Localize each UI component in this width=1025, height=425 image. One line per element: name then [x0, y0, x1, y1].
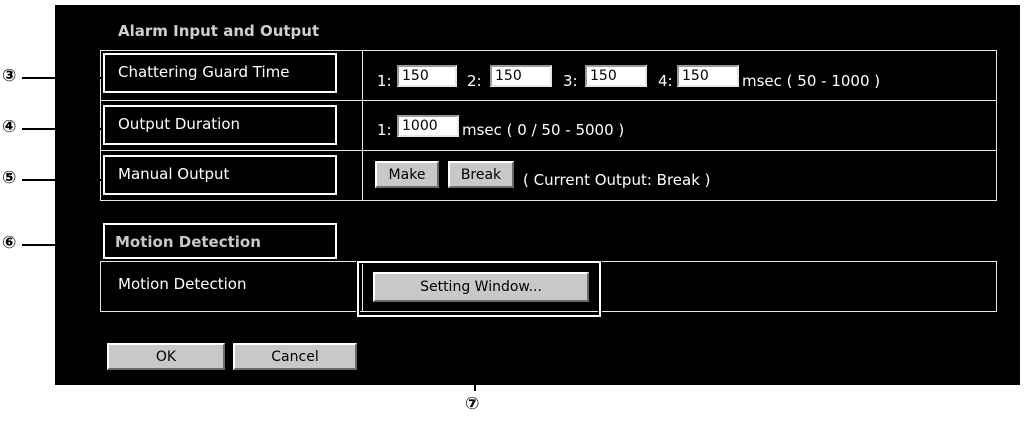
- callout-5: ⑤: [2, 168, 17, 188]
- table-divider: [100, 150, 997, 151]
- callout-4-leader: [22, 128, 103, 130]
- output-duration-prefix: 1:: [377, 121, 392, 139]
- callout-3-leader: [22, 77, 103, 79]
- table-divider: [362, 50, 363, 201]
- table-divider: [100, 100, 997, 101]
- chattering-unit: msec ( 50 - 1000 ): [742, 72, 881, 90]
- manual-output-label: Manual Output: [118, 165, 230, 183]
- chattering-input-3[interactable]: [585, 65, 647, 87]
- chattering-prefix-2: 2:: [467, 72, 482, 90]
- chattering-prefix-1: 1:: [377, 72, 392, 90]
- chattering-input-1[interactable]: [397, 65, 457, 87]
- setting-window-button[interactable]: Setting Window...: [373, 272, 589, 302]
- callout-4: ④: [2, 117, 17, 137]
- settings-panel: Alarm Input and Output Chattering Guard …: [55, 5, 1020, 385]
- callout-7-leader: [474, 317, 476, 391]
- chattering-input-2[interactable]: [490, 65, 552, 87]
- output-duration-label: Output Duration: [118, 115, 241, 133]
- break-button[interactable]: Break: [448, 161, 514, 188]
- callout-5-leader: [22, 179, 103, 181]
- ok-button[interactable]: OK: [107, 343, 225, 370]
- callout-6: ⑥: [2, 233, 17, 253]
- callout-3: ③: [2, 66, 17, 86]
- alarm-section-title: Alarm Input and Output: [118, 22, 320, 40]
- make-button[interactable]: Make: [375, 161, 439, 188]
- cancel-button[interactable]: Cancel: [233, 343, 357, 370]
- motion-section-title: Motion Detection: [115, 233, 261, 251]
- chattering-input-4[interactable]: [677, 65, 739, 87]
- chattering-prefix-3: 3:: [563, 72, 578, 90]
- chattering-label: Chattering Guard Time: [118, 63, 290, 81]
- current-output-status: ( Current Output: Break ): [523, 171, 711, 189]
- output-duration-input[interactable]: [397, 115, 459, 137]
- callout-6-leader: [22, 244, 103, 246]
- callout-7: ⑦: [465, 394, 480, 414]
- output-duration-unit: msec ( 0 / 50 - 5000 ): [462, 121, 625, 139]
- chattering-prefix-4: 4:: [658, 72, 673, 90]
- motion-detection-label: Motion Detection: [118, 275, 247, 293]
